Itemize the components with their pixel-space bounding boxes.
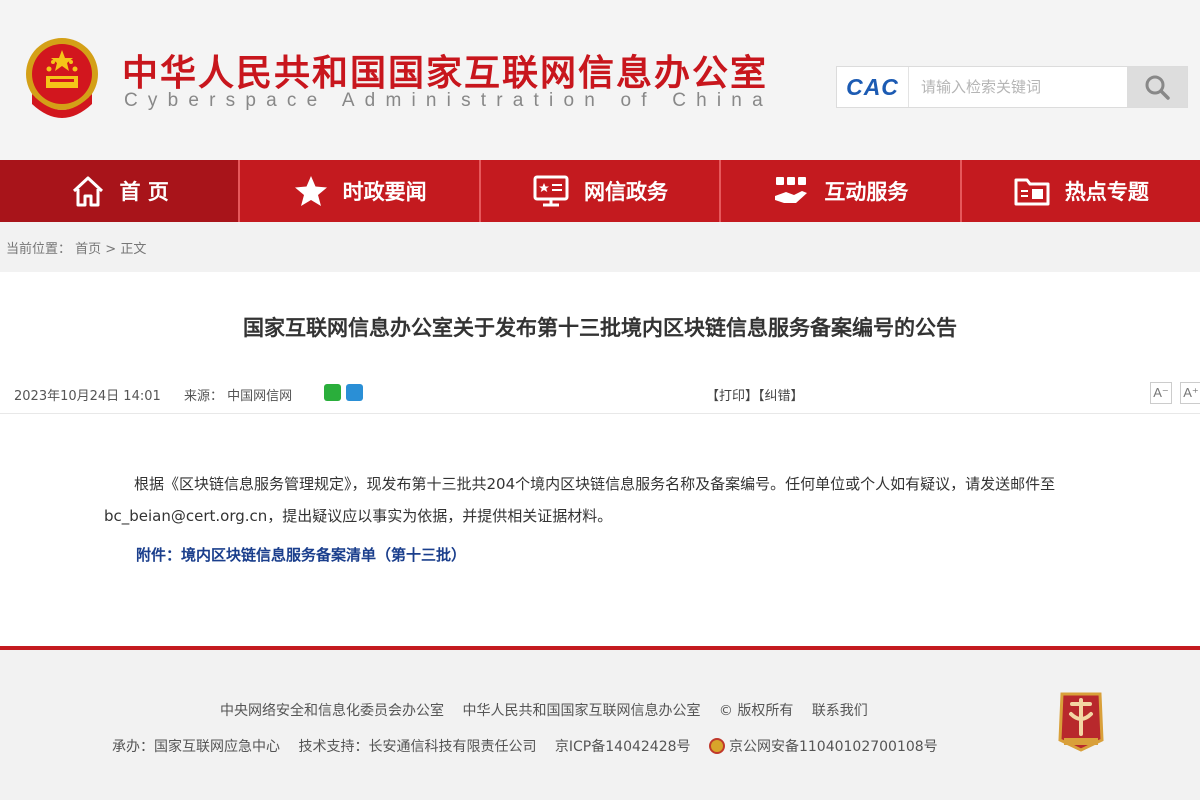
search-button[interactable] (1127, 67, 1187, 107)
nav-label: 首 页 (119, 180, 169, 204)
home-icon (72, 176, 103, 207)
font-increase-button[interactable]: A⁺ (1180, 382, 1200, 404)
search-icon (1145, 75, 1170, 100)
footer-org-1[interactable]: 中央网络安全和信息化委员会办公室 (220, 703, 444, 719)
breadcrumb-current: 正文 (120, 242, 147, 257)
article-title: 国家互联网信息办公室关于发布第十三批境内区块链信息服务备案编号的公告 (243, 316, 957, 340)
nav-label: 时政要闻 (342, 180, 427, 204)
article-date: 2023年10月24日 14:01 (14, 389, 161, 404)
folder-icon (1014, 178, 1050, 206)
nav-item-topics[interactable]: 热点专题 (959, 160, 1200, 222)
nav-item-home[interactable]: 首 页 (0, 160, 239, 222)
police-badge-icon (708, 738, 725, 754)
footer-copyright: © 版权所有 (718, 703, 794, 719)
site-header: 中华人民共和国国家互联网信息办公室 Cyberspace Administrat… (0, 0, 1200, 160)
main-nav: 首 页 时政要闻 网信政务 互动服务 热点专题 (0, 160, 1200, 222)
font-decrease-button[interactable]: A⁻ (1150, 382, 1172, 404)
nav-label: 互动服务 (824, 180, 909, 204)
correct-link[interactable]: 【纠错】 (758, 389, 804, 404)
footer-line-1: 中央网络安全和信息化委员会办公室 中华人民共和国国家互联网信息办公室 © 版权所… (220, 700, 882, 720)
nav-item-news[interactable]: 时政要闻 (238, 160, 478, 222)
footer-contact-link[interactable]: 联系我们 (812, 703, 868, 719)
footer-icp[interactable]: 京ICP备14042428号 (555, 739, 691, 755)
qzone-share-icon[interactable] (346, 384, 363, 401)
footer-line-2: 承办：国家互联网应急中心 技术支持：长安通信科技有限责任公司 京ICP备1404… (112, 736, 966, 756)
footer-police[interactable]: 京公网安备11040102700108号 (708, 738, 952, 755)
site-subtitle: Cyberspace Administration of China (124, 90, 773, 111)
breadcrumb-prefix: 当前位置： (6, 242, 72, 257)
source-name: 中国网信网 (227, 389, 293, 404)
footer-tech: 技术支持：长安通信科技有限责任公司 (298, 739, 537, 755)
nav-label: 热点专题 (1064, 180, 1149, 204)
search-input[interactable] (911, 68, 1127, 106)
nav-label: 网信政务 (584, 180, 669, 204)
star-icon (294, 176, 327, 206)
attachment-link[interactable]: 附件：境内区块链信息服务备案清单（第十三批） (136, 544, 466, 565)
monitor-icon (533, 175, 569, 207)
breadcrumb: 当前位置： 首页 > 正文 (6, 238, 146, 257)
site-title: 中华人民共和国国家互联网信息办公室 (122, 53, 769, 94)
source-label: 来源： (184, 389, 224, 404)
search-box: CAC (836, 66, 1188, 108)
article-meta: 2023年10月24日 14:01 来源： 中国网信网 【打印】【纠错】 A⁻ … (0, 372, 1200, 414)
article-body: 根据《区块链信息服务管理规定》，现发布第十三批共204个境内区块链信息服务名称及… (104, 475, 1056, 525)
national-emblem-icon[interactable] (22, 36, 102, 122)
footer-police-text: 京公网安备11040102700108号 (728, 739, 938, 755)
article-actions: 【打印】【纠错】 (706, 385, 804, 404)
handshake-icon (775, 177, 808, 203)
wechat-share-icon[interactable] (324, 384, 341, 401)
party-government-badge-icon[interactable] (1056, 690, 1106, 752)
cac-logo[interactable]: CAC (837, 67, 909, 107)
footer-host: 承办：国家互联网应急中心 (112, 739, 280, 755)
nav-item-affairs[interactable]: 网信政务 (478, 160, 719, 222)
print-link[interactable]: 【打印】 (706, 389, 758, 404)
breadcrumb-separator: > (101, 242, 121, 257)
footer-org-2[interactable]: 中华人民共和国国家互联网信息办公室 (462, 703, 700, 719)
breadcrumb-home[interactable]: 首页 (75, 242, 101, 257)
article-source: 来源： 中国网信网 (184, 385, 292, 404)
site-footer: 中央网络安全和信息化委员会办公室 中华人民共和国国家互联网信息办公室 © 版权所… (0, 650, 1200, 800)
article: 国家互联网信息办公室关于发布第十三批境内区块链信息服务备案编号的公告 2023年… (0, 272, 1200, 646)
nav-item-services[interactable]: 互动服务 (719, 160, 959, 222)
